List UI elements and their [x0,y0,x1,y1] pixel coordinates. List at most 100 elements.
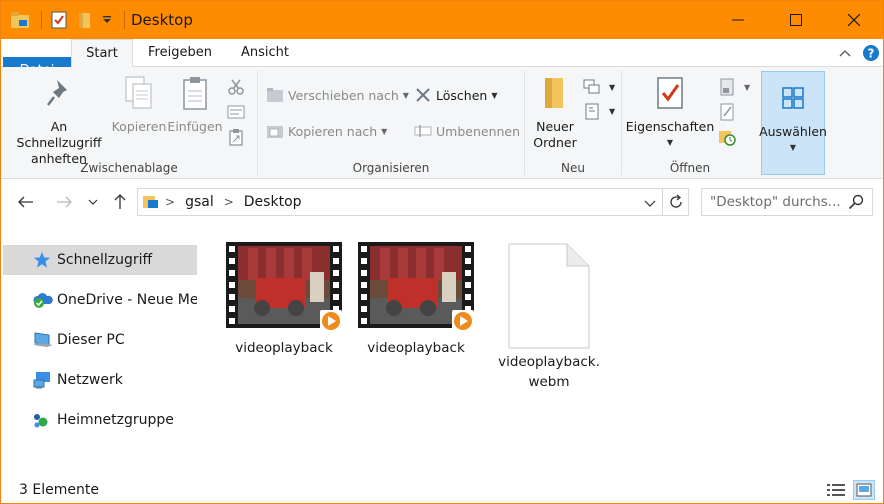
copy-label: Kopieren [111,119,167,134]
folder-app-icon [9,9,31,31]
explorer-window: Desktop Datei Start Freigeben Ansicht ? [0,0,884,504]
paste-button[interactable]: Einfügen [167,71,223,135]
new-item-icon [583,78,601,96]
search-placeholder: "Desktop" durchs... [710,194,841,210]
nav-item-homegroup[interactable]: Heimnetzgruppe [3,405,197,435]
edit-button[interactable] [718,100,740,124]
close-button[interactable] [825,1,883,39]
file-item-webm[interactable]: videoplayback.webm [489,242,609,392]
new-folder-icon[interactable] [74,9,96,31]
delete-button[interactable]: Löschen ▼ [414,83,497,107]
customize-toolbar-chevron-icon[interactable] [100,9,114,31]
select-button[interactable]: Auswählen ▼ [759,71,827,175]
star-icon [33,251,51,269]
arrow-right-icon [57,196,72,208]
play-badge-icon [452,310,474,332]
video-thumbnail [358,242,474,332]
ribbon: An Schnellzugriff anheften Kopieren Einf… [1,67,883,179]
nav-item-this-pc[interactable]: Dieser PC [3,325,197,355]
breadcrumb-gsal[interactable]: gsal [185,194,214,210]
back-button[interactable] [15,191,37,213]
chevron-down-icon: ▼ [609,106,616,116]
move-to-button[interactable]: Verschieben nach ▼ [266,83,409,107]
desktop-folder-icon [143,194,159,210]
open-file-icon [718,78,736,96]
recent-locations-button[interactable] [85,191,101,213]
cut-button[interactable] [227,75,249,99]
chevron-up-icon [839,50,851,57]
chevron-down-icon [644,200,656,207]
tab-view[interactable]: Ansicht [229,39,301,67]
refresh-button[interactable] [663,188,689,216]
chevron-down-icon: ▼ [666,138,674,147]
collapse-ribbon-button[interactable] [835,43,855,63]
nav-item-onedrive[interactable]: OneDrive - Neue Med [3,285,197,315]
up-button[interactable] [109,191,131,213]
arrow-up-icon [114,194,126,209]
tab-start[interactable]: Start [71,39,133,68]
help-button[interactable]: ? [861,43,881,63]
copy-path-button[interactable] [227,100,249,124]
paste-shortcut-button[interactable] [227,125,249,149]
computer-icon [33,331,53,349]
copy-to-label: Kopieren nach [288,123,378,139]
navigation-bar: > gsal > Desktop "Desktop" durchs... [1,180,883,224]
open-button[interactable]: ▼ [718,75,750,99]
rename-icon [414,122,432,140]
forward-button[interactable] [53,191,75,213]
properties-button[interactable]: Eigenschaften ▼ [626,71,714,151]
maximize-button[interactable] [767,1,825,39]
new-folder-label-line1: Neuer [536,119,574,134]
nav-item-network[interactable]: Netzwerk [3,365,197,395]
file-name: videoplayback [235,340,333,356]
copy-button[interactable]: Kopieren [111,71,167,135]
arrow-left-icon [18,196,33,208]
file-name: videoplayback.webm [498,354,600,390]
pin-quick-access-button[interactable]: An Schnellzugriff anheften [9,71,109,167]
search-box[interactable]: "Desktop" durchs... [701,188,873,216]
address-dropdown-button[interactable] [644,197,656,212]
breadcrumb-desktop[interactable]: Desktop [244,194,302,210]
open-group-label: Öffnen [669,161,711,175]
open-group: Eigenschaften ▼ ▼ Öffnen [622,67,758,179]
new-folder-button[interactable]: Neuer Ordner [531,71,579,151]
details-view-button[interactable] [825,480,847,500]
organize-group: Verschieben nach ▼ Kopieren nach ▼ Lösch… [258,67,524,179]
delete-x-icon [414,86,432,104]
maximize-icon [790,14,802,26]
video-thumbnail [226,242,342,332]
navigation-pane: Schnellzugriff OneDrive - Neue Med Diese… [1,224,199,476]
rename-button[interactable]: Umbenennen [414,119,520,143]
chevron-down-icon: ▼ [609,82,616,92]
folder-icon [535,71,575,115]
scissors-icon [227,78,245,96]
chevron-down-icon: ▼ [402,90,409,100]
breadcrumb-chevron-icon: > [165,195,176,209]
nav-item-quick-access[interactable]: Schnellzugriff [3,245,197,275]
address-bar[interactable]: > gsal > Desktop [137,188,663,216]
minimize-button[interactable] [709,1,767,39]
properties-check-icon[interactable] [48,9,70,31]
onedrive-icon [33,291,53,309]
easy-access-button[interactable]: ▼ [583,99,615,123]
status-bar: 3 Elemente [1,476,883,503]
history-button[interactable] [718,125,740,149]
toolbar-separator [124,11,125,29]
nav-item-label: Heimnetzgruppe [57,412,174,428]
new-group: Neuer Ordner ▼ ▼ Neu [525,67,621,179]
breadcrumb-chevron-icon: > [223,195,234,209]
file-item-video-1[interactable]: videoplayback [225,242,343,358]
network-icon [33,371,51,389]
large-icons-view-button[interactable] [853,480,875,500]
organize-group-label: Organisieren [352,161,430,175]
new-item-button[interactable]: ▼ [583,75,615,99]
clipboard-icon [175,71,215,115]
move-to-label: Verschieben nach [288,87,399,103]
ribbon-tabs: Datei Start Freigeben Ansicht ? [1,39,883,85]
file-item-video-2[interactable]: videoplayback [357,242,475,358]
chevron-down-icon [88,199,98,205]
edit-pencil-icon [718,103,736,121]
copy-to-button[interactable]: Kopieren nach ▼ [266,119,387,143]
chevron-down-icon: ▼ [789,143,797,152]
tab-share[interactable]: Freigeben [137,39,223,67]
